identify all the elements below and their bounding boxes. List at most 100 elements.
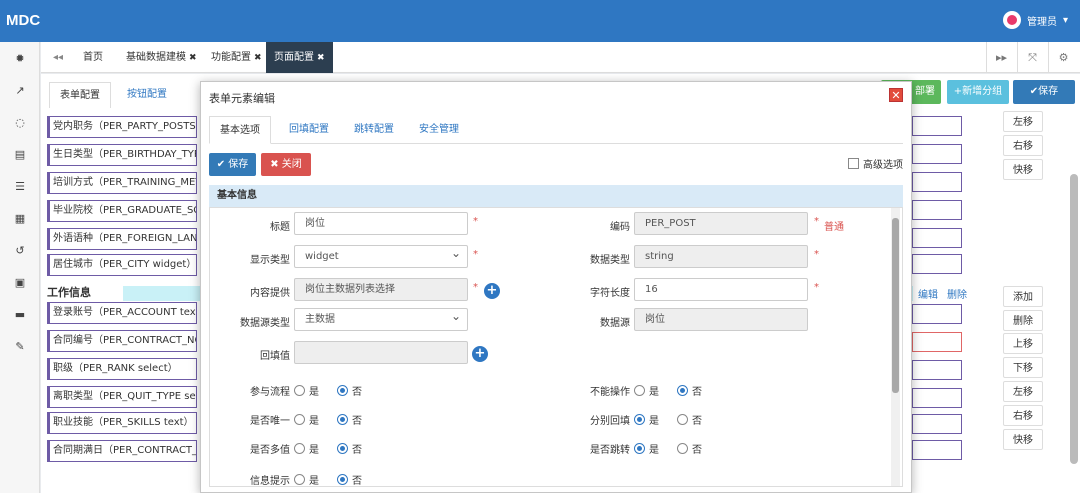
tab-home[interactable]: 首页 <box>75 42 111 73</box>
field-box[interactable] <box>912 388 962 408</box>
tab-form-config[interactable]: 表单配置 <box>49 82 111 108</box>
page-scrollbar[interactable] <box>1070 174 1078 464</box>
radio-yes[interactable] <box>294 385 305 396</box>
close-icon[interactable]: ✖ <box>254 53 262 63</box>
move-right-button[interactable]: 右移 <box>1003 405 1043 426</box>
form-field[interactable]: 外语语种（PER_FOREIGN_LANGU <box>47 228 197 250</box>
move-up-button[interactable]: 上移 <box>1003 333 1043 354</box>
box-icon[interactable]: ▬ <box>0 305 40 325</box>
tab-backfill-config[interactable]: 回填配置 <box>279 116 339 144</box>
group-delete-link[interactable]: 删除 <box>947 286 967 301</box>
radio-yes[interactable] <box>294 414 305 425</box>
fullscreen-icon[interactable]: ⤧ <box>1017 42 1047 73</box>
field-box[interactable] <box>912 360 962 380</box>
chart-icon[interactable]: ↗ <box>0 81 40 101</box>
length-input[interactable]: 16 <box>634 278 808 301</box>
field-box[interactable] <box>912 440 962 460</box>
radio-no[interactable] <box>337 474 348 485</box>
form-field[interactable]: 登录账号（PER_ACCOUNT text） <box>47 302 197 324</box>
add-provider-icon[interactable]: + <box>484 283 500 299</box>
tab-security[interactable]: 安全管理 <box>409 116 469 144</box>
add-group-button[interactable]: +新增分组 <box>947 80 1009 104</box>
delete-button[interactable]: 删除 <box>1003 310 1043 331</box>
field-box[interactable] <box>912 144 962 164</box>
move-right-button[interactable]: 右移 <box>1003 135 1043 156</box>
code-input[interactable]: PER_POST <box>634 212 808 235</box>
form-field[interactable]: 离职类型（PER_QUIT_TYPE sele <box>47 386 197 408</box>
field-box[interactable] <box>912 228 962 248</box>
save-page-button[interactable]: ✔保存 <box>1013 80 1075 104</box>
radio-no[interactable] <box>677 385 688 396</box>
form-field[interactable]: 毕业院校（PER_GRADUATE_SCH <box>47 200 197 222</box>
tab-data-modeling[interactable]: 基础数据建模 ✖ <box>118 42 205 73</box>
datasource-type-select[interactable]: 主数据 <box>294 308 468 331</box>
field-box[interactable] <box>912 254 962 274</box>
settings-icon[interactable]: ⚙ <box>1048 42 1078 73</box>
form-field[interactable]: 职级（PER_RANK select） <box>47 358 197 380</box>
history-icon[interactable]: ↺ <box>0 241 40 261</box>
radio-yes[interactable] <box>634 414 645 425</box>
list-icon[interactable]: ☰ <box>0 177 40 197</box>
display-type-select[interactable]: widget <box>294 245 468 268</box>
film-icon[interactable]: ▣ <box>0 273 40 293</box>
wrench-icon[interactable]: ✎ <box>0 337 40 357</box>
close-icon[interactable]: ✖ <box>189 53 197 63</box>
tab-button-config[interactable]: 按钮配置 <box>117 82 177 108</box>
radio-yes[interactable] <box>634 385 645 396</box>
tab-function-config[interactable]: 功能配置 ✖ <box>203 42 270 73</box>
radio-no[interactable] <box>337 414 348 425</box>
title-input[interactable]: 岗位 <box>294 212 468 235</box>
checkbox-icon[interactable] <box>848 158 859 169</box>
backfill-input[interactable] <box>294 341 468 364</box>
form-field[interactable]: 党内职务（PER_PARTY_POSTS t <box>47 116 197 138</box>
form-field[interactable]: 居住城市（PER_CITY widget） <box>47 254 197 276</box>
field-box[interactable] <box>912 414 962 434</box>
move-down-button[interactable]: 下移 <box>1003 357 1043 378</box>
form-scrollbar[interactable] <box>891 208 900 486</box>
form-field[interactable]: 合同编号（PER_CONTRACT_NO <box>47 330 197 352</box>
database-icon[interactable]: ▤ <box>0 145 40 165</box>
form-field[interactable]: 合同期满日（PER_CONTRACT_EN <box>47 440 197 462</box>
quick-move-button[interactable]: 快移 <box>1003 429 1043 450</box>
tab-jump-config[interactable]: 跳转配置 <box>344 116 404 144</box>
advanced-options-checkbox[interactable]: 高级选项 <box>848 156 903 171</box>
close-icon[interactable]: ✖ <box>317 53 325 63</box>
tab-back-icon[interactable]: ◂◂ <box>45 42 71 73</box>
move-left-button[interactable]: 左移 <box>1003 381 1043 402</box>
data-type-input[interactable]: string <box>634 245 808 268</box>
group-edit-link[interactable]: 编辑 <box>918 286 938 301</box>
add-button[interactable]: 添加 <box>1003 286 1043 307</box>
user-menu[interactable]: 管理员 ▾ <box>1002 11 1068 29</box>
table-icon[interactable]: ▦ <box>0 209 40 229</box>
field-box[interactable] <box>912 304 962 324</box>
form-field[interactable]: 生日类型（PER_BIRTHDAY_TYPE <box>47 144 197 166</box>
dialog-save-button[interactable]: ✔ 保存 <box>209 153 256 176</box>
tab-basic-options[interactable]: 基本选项 <box>209 116 271 144</box>
datasource-input[interactable]: 岗位 <box>634 308 808 331</box>
quick-move-button[interactable]: 快移 <box>1003 159 1043 180</box>
dashboard-icon[interactable]: ✹ <box>0 49 40 69</box>
field-box[interactable] <box>912 116 962 136</box>
forward-icon[interactable]: ▸▸ <box>986 42 1016 73</box>
radio-no[interactable] <box>337 385 348 396</box>
field-box[interactable] <box>912 332 962 352</box>
move-left-button[interactable]: 左移 <box>1003 111 1043 132</box>
radio-yes[interactable] <box>294 474 305 485</box>
add-backfill-icon[interactable]: + <box>472 346 488 362</box>
radio-yes[interactable] <box>634 443 645 454</box>
field-box[interactable] <box>912 172 962 192</box>
dialog-close-button[interactable]: ✖ 关闭 <box>261 153 311 176</box>
radio-yes[interactable] <box>294 443 305 454</box>
radio-label: 分别回填 <box>590 416 630 427</box>
radio-option: 是 <box>309 476 319 487</box>
form-field[interactable]: 培训方式（PER_TRAINING_METH <box>47 172 197 194</box>
form-field[interactable]: 职业技能（PER_SKILLS text） <box>47 412 197 434</box>
spinner-icon[interactable]: ◌ <box>0 113 40 133</box>
field-box[interactable] <box>912 200 962 220</box>
radio-no[interactable] <box>337 443 348 454</box>
radio-no[interactable] <box>677 414 688 425</box>
tab-page-config[interactable]: 页面配置 ✖ <box>266 42 333 73</box>
close-icon[interactable]: ✕ <box>889 88 903 102</box>
provider-input[interactable]: 岗位主数据列表选择 <box>294 278 468 301</box>
radio-no[interactable] <box>677 443 688 454</box>
